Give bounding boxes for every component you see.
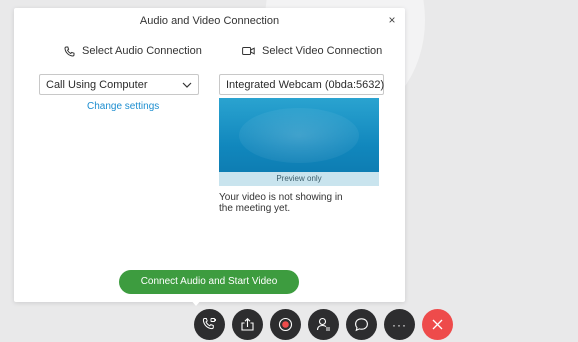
change-settings-link[interactable]: Change settings (87, 101, 159, 112)
connect-audio-start-video-button[interactable]: Connect Audio and Start Video (119, 270, 299, 294)
audio-video-connection-dialog: Audio and Video Connection × Select Audi… (14, 8, 405, 302)
dialog-pointer (190, 299, 202, 306)
audio-connection-value: Call Using Computer (46, 78, 148, 91)
share-icon (241, 318, 254, 331)
dialog-title: Audio and Video Connection (139, 15, 280, 27)
more-icon: ··· (392, 317, 407, 332)
video-status-note: Your video is not showing in the meeting… (219, 192, 343, 214)
participants-button[interactable] (308, 309, 339, 340)
more-options-button[interactable]: ··· (384, 309, 415, 340)
video-section-label: Select Video Connection (262, 45, 383, 57)
close-icon (432, 319, 443, 330)
preview-caption: Preview only (219, 172, 379, 186)
record-button[interactable] (270, 309, 301, 340)
video-camera-icon (242, 47, 255, 55)
meeting-controls-bar: ··· (194, 309, 453, 340)
close-button[interactable]: × (386, 13, 398, 27)
preview-glow (239, 108, 359, 163)
audio-section-label: Select Audio Connection (82, 45, 202, 57)
video-connection-select[interactable]: Integrated Webcam (0bda:5632) (219, 74, 384, 95)
share-button[interactable] (232, 309, 263, 340)
video-connection-value: Integrated Webcam (0bda:5632) (226, 78, 385, 91)
phone-icon (64, 46, 75, 57)
video-preview: Preview only (219, 98, 379, 186)
phone-video-icon (202, 318, 216, 330)
record-icon (278, 317, 293, 332)
audio-connection-button[interactable] (194, 309, 225, 340)
chat-icon (355, 318, 368, 332)
chevron-down-icon (182, 82, 192, 88)
participants-icon (316, 317, 330, 331)
audio-section-heading: Select Audio Connection (64, 45, 202, 57)
leave-meeting-button[interactable] (422, 309, 453, 340)
video-section-heading: Select Video Connection (242, 45, 382, 57)
audio-connection-select[interactable]: Call Using Computer (39, 74, 199, 95)
chat-button[interactable] (346, 309, 377, 340)
